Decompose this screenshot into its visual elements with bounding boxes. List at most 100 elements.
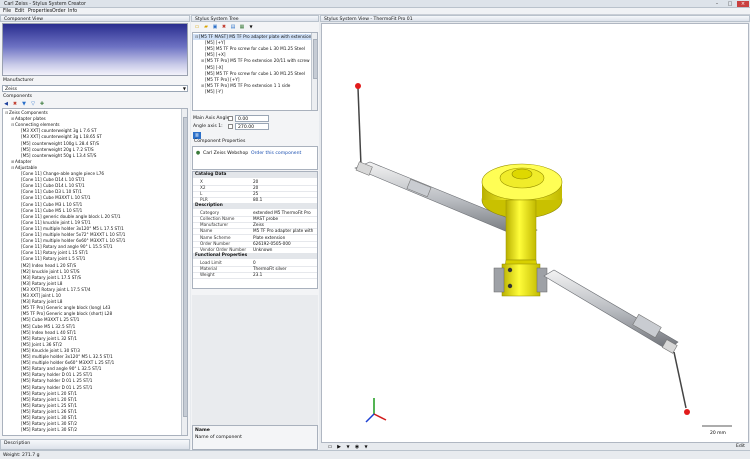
new-icon[interactable]: ▭	[194, 24, 200, 30]
scrollbar-thumb[interactable]	[183, 117, 187, 417]
menu-order[interactable]: Order	[52, 9, 66, 14]
tree-item-label: [M3] Rotary joint L8	[21, 280, 63, 286]
stylus-shaft-lower	[673, 351, 687, 409]
close-icon[interactable]: ×	[737, 1, 749, 7]
component-preview	[2, 23, 188, 76]
3d-viewport[interactable]: 20 mm	[321, 23, 749, 443]
component-tree[interactable]: ⊟Zeiss Components ⊞Adapter plates ⊟Connect…	[2, 108, 188, 436]
add-component-icon[interactable]: ◀	[3, 101, 9, 107]
main-axis-input[interactable]: 0.00	[235, 115, 269, 122]
tree-item-label: [Cone 11] multiple holder 6x60° M3XXT L …	[21, 238, 126, 244]
tree-item-label: [M5] counterweight 20g L 7.2 ST/S	[21, 146, 94, 152]
tree-item-label: [M5] Rotary joint L 20 ST/1	[21, 390, 78, 396]
tree-item-label: [M5 TF Pro] Generic angle block (short) …	[21, 311, 113, 317]
scrollbar-thumb[interactable]	[313, 39, 317, 79]
stylus-view-panel: Stylus System View - ThermoFit Pro 01 20…	[320, 15, 750, 450]
tree-item-label: [M5] Rotary joint L 30 ST/2	[21, 427, 78, 433]
stylus-tip-upper[interactable]	[355, 83, 361, 89]
left-panel: Component View Manufacturer Zeiss ▼ Comp…	[0, 15, 190, 450]
tree-item-label: [M5] Joint L 36 ST/2	[21, 341, 63, 347]
property-section[interactable]: Catalog Data	[193, 172, 317, 178]
options-icon[interactable]: ✚	[39, 101, 45, 107]
property-section[interactable]: Functional Properties	[193, 253, 317, 260]
stylus-system-tree[interactable]: ⊟[M5 TF MAST] M5 TF Pro adapter plate wi…	[192, 32, 318, 111]
tree-item-label: [M5] Rotary joint L 25 ST/1	[21, 402, 78, 408]
edit-label[interactable]: Edit	[736, 444, 745, 449]
stylus-tip-lower[interactable]	[684, 409, 690, 415]
component-tree-scrollbar[interactable]	[181, 109, 187, 435]
tree-item-label: [M5] Rotary and angle 90° L 32.5 ST/1	[21, 366, 102, 372]
tree-item-label: [M5] Rotary joint L 30 ST/1	[21, 415, 78, 420]
tree-item-label: [Cone 11] multiple holder 3x120° M5 L 17…	[21, 225, 124, 231]
angle-axis-input[interactable]: 270.00	[235, 123, 269, 130]
tree-item-label: [Cone 11] Cube M3XXT L 10 ST/1	[21, 195, 91, 201]
right-extension[interactable]	[543, 269, 679, 354]
angle-axis-checkbox[interactable]	[228, 124, 233, 129]
status-bar: Weight: 271.7 g	[0, 450, 750, 459]
minimize-icon[interactable]: –	[711, 1, 723, 7]
tree-item-label: [M5] Cube M3XXT L 25 ST/1	[21, 317, 80, 323]
manufacturer-value: Zeiss	[5, 86, 18, 92]
tree-item-label: Adapter plates	[15, 116, 46, 122]
delete-icon[interactable]: ✖	[221, 24, 227, 30]
tree-item-label: [M5] M5 TF Pro screw for cube L 30 M1.25…	[205, 70, 306, 76]
tree-item-label: [Cone 11] Cube D3 L 10 ST/1	[21, 189, 82, 195]
tree-item-label: [M5] Rotary joint L 20 ST/1	[21, 396, 78, 402]
chevron-down-icon[interactable]: ▼	[248, 24, 254, 30]
tree-item-label: [M5] counterweight 50g L 13.4 ST/S	[21, 152, 97, 158]
title-bar: Carl Zeiss - Stylus System Creator – □ ×	[0, 0, 750, 8]
axis-triad-icon	[365, 398, 387, 423]
tree-item-label: [M5] Knuckle joint L 30 ST/3	[21, 347, 80, 353]
tree-item-label: [Cone 11] generic double angle block L 2…	[21, 213, 121, 219]
remove-component-icon[interactable]: ✖	[12, 101, 18, 107]
tree-item-label: [M5] counterweight 100g L 28.4 ST/S	[21, 140, 100, 146]
tree-item-label: [Cone 11] multiple holder 5x72° M3XXT L …	[21, 232, 126, 237]
menu-info[interactable]: Info	[68, 9, 77, 14]
manufacturer-label: Manufacturer	[3, 78, 34, 83]
tree-item-label: [M5] [-X]	[205, 64, 224, 70]
tree-item-label: [M5] M5 TF Pro screw for cube L 30 M1.25…	[205, 46, 306, 52]
export-icon[interactable]: ▦	[239, 24, 245, 30]
webshop-box: ● Carl Zeiss Webshop Order this componen…	[192, 146, 318, 170]
tree-item-label: [M3] Rotary joint L8	[21, 299, 63, 305]
stylus-tree-toolbar: ▭ ▰ ▣ ✖ ▤ ▦ ▼	[191, 23, 319, 31]
stylus-shaft-upper	[357, 87, 362, 167]
tree-item-label: [M5 TF Pro] M5 TF Pro extension 20/11 wi…	[205, 58, 310, 64]
stylus-tree-scrollbar[interactable]	[311, 33, 317, 110]
manufacturer-select[interactable]: Zeiss ▼	[2, 85, 188, 92]
property-grid: Catalog Data X 20 X2 20 L 25 PLR 80.1 Description…	[192, 171, 318, 289]
row-divider	[193, 278, 317, 280]
window-title: Carl Zeiss - Stylus System Creator	[4, 1, 86, 7]
open-folder-icon[interactable]: ▰	[203, 24, 209, 30]
description-header: Description	[0, 439, 190, 450]
components-toolbar: ◀ ✖ ▼ ▽ ✚	[0, 100, 190, 108]
tree-item-label: [M5] Rotary joint L 26 ST/1	[21, 408, 78, 414]
save-icon[interactable]: ▣	[212, 24, 218, 30]
stylus-tree-panel: Stylus System Tree ▭ ▰ ▣ ✖ ▤ ▦ ▼ ⊟[M5 TF…	[191, 15, 319, 450]
filter-clear-icon[interactable]: ▽	[30, 101, 36, 107]
tree-item-label: [Cone 11] Cube M5 L 10 ST/1	[21, 207, 83, 213]
maximize-icon[interactable]: □	[724, 1, 736, 7]
tree-item-label: [Cone 11] Rotary joint L 5 ST/1	[21, 256, 86, 262]
menu-properties[interactable]: Properties	[28, 9, 52, 14]
tree-item[interactable]: [M5] [-Y]	[193, 89, 223, 95]
stylus-model[interactable]: 20 mm	[322, 24, 749, 443]
name-info-box: Name Name of component	[192, 425, 318, 450]
empty-area	[192, 295, 318, 425]
tree-item-label: Connecting elements	[15, 122, 60, 128]
filter-icon[interactable]: ▼	[21, 101, 27, 107]
property-section[interactable]: Description	[193, 203, 317, 210]
tree-item-label: [M5 TF Pro] M5 TF Pro extension 1 1 side	[205, 82, 291, 88]
menu-edit[interactable]: Edit	[15, 9, 24, 14]
tree-item-label: [Cone 11] Rotary joint L 15 ST/1	[21, 250, 89, 256]
webshop-link[interactable]: Carl Zeiss Webshop	[203, 151, 248, 156]
print-icon[interactable]: ▤	[230, 24, 236, 30]
main-axis-checkbox[interactable]	[228, 116, 233, 121]
weight-status: Weight: 271.7 g	[3, 453, 40, 458]
webshop-icon: ●	[195, 150, 201, 156]
tree-item-label: [M5] multiple holder 6x60° M3XXT L 25 ST…	[21, 360, 115, 366]
menu-file[interactable]: File	[3, 9, 11, 14]
tree-item[interactable]: [M5] Rotary joint L 30 ST/2	[3, 427, 77, 433]
tree-item-label: [M3 XXT] joint L 10	[21, 293, 61, 298]
order-link[interactable]: Order this component	[251, 151, 301, 156]
